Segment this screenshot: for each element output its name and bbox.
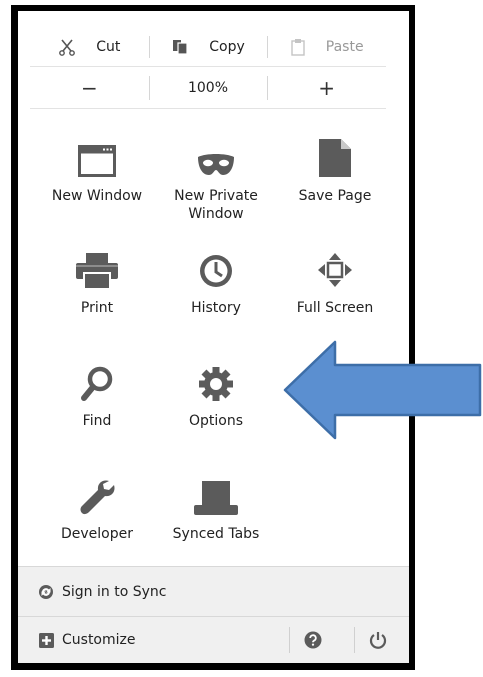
tile-label: Synced Tabs <box>172 526 260 542</box>
cut-label: Cut <box>96 39 121 55</box>
clock-icon <box>198 245 234 289</box>
zoom-level: 100% <box>187 80 229 96</box>
printer-icon <box>76 245 118 289</box>
new-private-window-button[interactable]: New Private Window <box>156 133 276 233</box>
cut-button[interactable]: Cut <box>30 28 149 66</box>
paste-button[interactable]: Paste <box>267 28 386 66</box>
quit-button[interactable] <box>354 617 402 663</box>
clipboard-icon <box>290 38 306 56</box>
mask-icon <box>196 133 236 177</box>
tile-label: New Private Window <box>174 188 258 222</box>
page-icon <box>319 133 351 177</box>
tile-label: Save Page <box>298 188 372 204</box>
tile-label: Options <box>188 413 244 429</box>
history-button[interactable]: History <box>156 245 276 345</box>
tile-label: Full Screen <box>296 300 374 316</box>
copy-icon <box>171 38 189 56</box>
synced-tabs-icon <box>194 471 238 515</box>
find-button[interactable]: Find <box>37 358 157 458</box>
blue-arrow-annotation <box>283 340 482 440</box>
synced-tabs-button[interactable]: Synced Tabs <box>156 471 276 571</box>
sync-label: Sign in to Sync <box>62 583 167 600</box>
app-menu-panel: Cut Copy Paste − 100% + New Window New P… <box>18 11 409 663</box>
gear-icon <box>198 358 234 402</box>
question-mark-icon <box>304 631 322 649</box>
fullscreen-icon <box>316 245 354 289</box>
tile-label: New Window <box>51 188 143 204</box>
window-icon <box>78 133 116 177</box>
tile-label: History <box>191 300 241 316</box>
zoom-reset-button[interactable]: 100% <box>148 68 268 108</box>
zoom-in-button[interactable]: + <box>267 68 386 108</box>
magnifier-icon <box>80 358 114 402</box>
full-screen-button[interactable]: Full Screen <box>275 245 395 345</box>
tile-label: Developer <box>60 526 133 542</box>
help-button[interactable] <box>289 617 337 663</box>
options-button[interactable]: Options <box>156 358 276 458</box>
tile-label: Find <box>82 413 112 429</box>
customize-button[interactable]: Customize <box>18 617 136 663</box>
copy-button[interactable]: Copy <box>148 28 268 66</box>
menu-footer: Customize <box>18 617 409 663</box>
customize-label: Customize <box>62 632 136 648</box>
minus-icon: − <box>80 76 98 100</box>
edit-controls: Cut Copy Paste <box>30 28 386 67</box>
tile-label: Print <box>80 300 114 316</box>
sync-icon <box>38 584 54 600</box>
print-button[interactable]: Print <box>37 245 157 345</box>
scissors-icon <box>58 38 76 56</box>
plus-square-icon <box>39 632 54 648</box>
plus-icon: + <box>318 76 336 100</box>
new-window-button[interactable]: New Window <box>37 133 157 233</box>
zoom-controls: − 100% + <box>30 68 386 109</box>
power-icon <box>369 631 387 649</box>
zoom-out-button[interactable]: − <box>30 68 149 108</box>
developer-button[interactable]: Developer <box>37 471 157 571</box>
save-page-button[interactable]: Save Page <box>275 133 395 233</box>
wrench-icon <box>79 471 115 515</box>
paste-label: Paste <box>325 39 364 55</box>
copy-label: Copy <box>209 39 245 55</box>
sign-in-to-sync-button[interactable]: Sign in to Sync <box>18 566 409 617</box>
